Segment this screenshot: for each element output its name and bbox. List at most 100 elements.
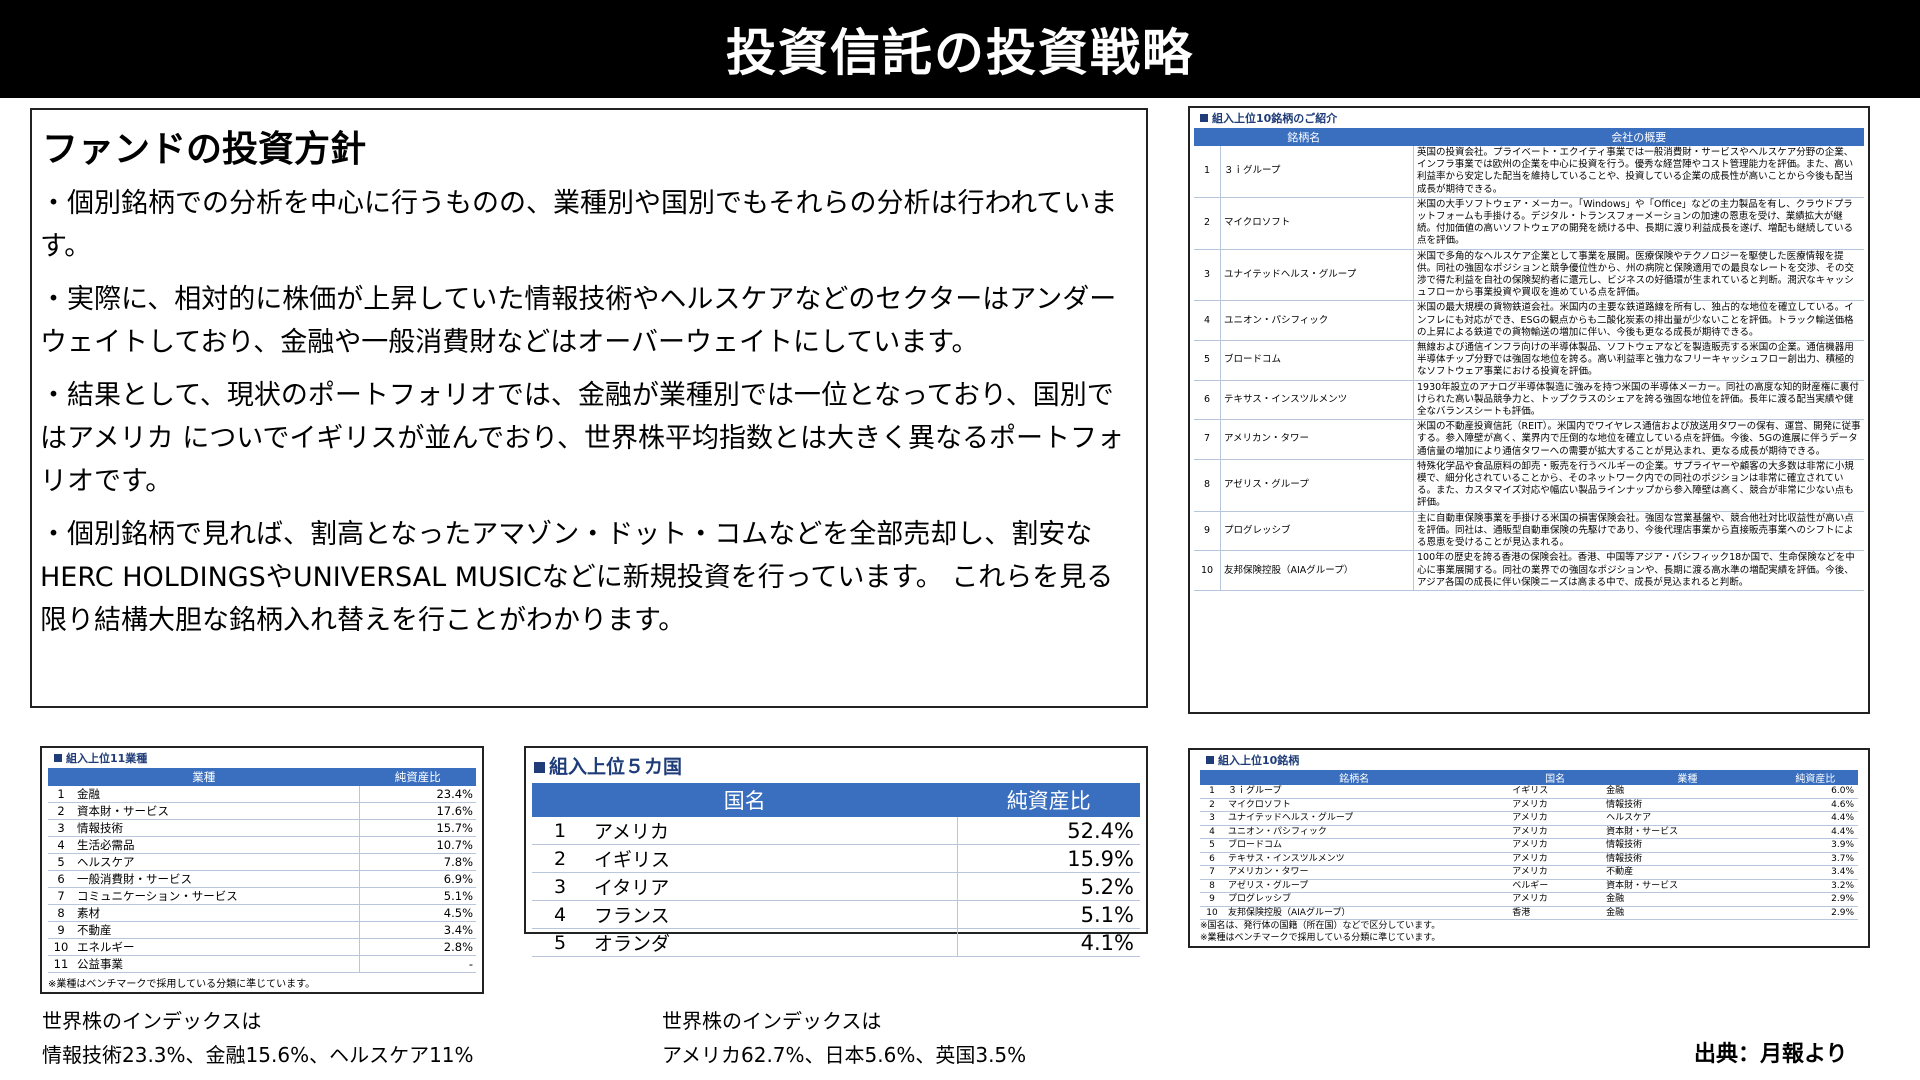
stock-name: マイクロソフト	[1224, 798, 1509, 812]
weight-value: 15.7%	[359, 819, 476, 837]
column-header: 銘柄名	[1200, 770, 1509, 785]
table-row: 6 一般消費財・サービス 6.9%	[48, 870, 476, 888]
top10-intro-title: 組入上位10銘柄のご紹介	[1194, 108, 1864, 128]
row-number: 3	[1194, 249, 1221, 302]
weight-value: 23.4%	[359, 786, 476, 803]
country-title: 組入上位５カ国	[532, 748, 1140, 783]
column-header: 会社の概要	[1413, 128, 1864, 146]
top10-summary-title: 組入上位10銘柄	[1200, 750, 1858, 770]
country-name: アメリカ	[1508, 798, 1603, 812]
country-name: イタリア	[588, 872, 958, 901]
policy-paragraph: ・個別銘柄での分析を中心に行うものの、業種別や国別でもそれらの分析は行われていま…	[40, 188, 1118, 262]
table-row: 5 ブロードコム 無線および通信インフラ向けの半導体製品、ソフトウェアなどを製造販売…	[1194, 340, 1864, 381]
stock-name: プログレッシブ	[1224, 892, 1509, 907]
weight-value: 5.1%	[957, 900, 1140, 929]
table-row: 1 ３ｉグループ 英国の投資会社。プライベート・エクイティ事業では一般消費財・サービ…	[1194, 146, 1864, 198]
sector-name: 情報技術	[1602, 852, 1773, 866]
table-row: 1 金融 23.4%	[48, 786, 476, 803]
weight-value: 4.5%	[359, 904, 476, 922]
table-row: 2 資本財・サービス 17.6%	[48, 802, 476, 820]
row-number: 6	[1194, 380, 1221, 421]
row-number: 9	[48, 921, 74, 939]
sector-name: ヘルスケア	[74, 853, 360, 871]
company-description: 米国で多角的なヘルスケア企業として事業を展開。医療保険やテクノロジーを駆使した医…	[1413, 249, 1864, 302]
weight-value: 5.1%	[359, 887, 476, 905]
table-row: 3 情報技術 15.7%	[48, 819, 476, 837]
table-row: 9 不動産 3.4%	[48, 921, 476, 939]
weight-value: 15.9%	[957, 844, 1140, 873]
sector-name: 不動産	[74, 921, 360, 939]
row-number: 8	[48, 904, 74, 922]
column-header: 純資産比	[1772, 770, 1858, 785]
sector-name: 金融	[1602, 785, 1773, 799]
stock-name: ユニオン・パシフィック	[1220, 300, 1414, 342]
row-number: 9	[1194, 511, 1221, 552]
row-number: 10	[48, 938, 74, 956]
table-row: 5 ヘルスケア 7.8%	[48, 853, 476, 871]
square-bullet-icon	[534, 762, 545, 773]
table-row: 10 友邦保険控股（AIAグループ） 香港 金融 2.9%	[1200, 906, 1858, 920]
company-description: 主に自動車保険事業を手掛ける米国の損害保険会社。強固な営業基盤や、競合他社対比収…	[1413, 511, 1864, 552]
row-number: 4	[1194, 300, 1221, 342]
stock-name: マイクロソフト	[1220, 197, 1414, 250]
company-description: 英国の投資会社。プライベート・エクイティ事業では一般消費財・サービスやヘルスケア…	[1413, 146, 1864, 198]
stock-name: ブロードコム	[1224, 838, 1509, 853]
sector-name: ヘルスケア	[1602, 811, 1773, 826]
summary-note: ※業種はベンチマークで採用している分類に準じています。	[1200, 933, 1441, 943]
summary-note: ※国名は、発行体の国籍（所在国）などで区分しています。	[1200, 921, 1441, 931]
row-number: 2	[1200, 798, 1224, 812]
table-row: 11 公益事業 -	[48, 955, 476, 973]
stock-name: プログレッシブ	[1220, 511, 1414, 552]
row-number: 6	[48, 870, 74, 888]
row-number: 3	[48, 819, 74, 837]
row-number: 5	[532, 928, 588, 957]
table-row: 8 アゼリス・グループ 特殊化学品や食品原料の卸売・販売を行うベルギーの企業。サプラ…	[1194, 459, 1864, 512]
stock-name: テキサス・インスツルメンツ	[1224, 852, 1509, 866]
row-number: 11	[48, 955, 74, 973]
stock-name: ユナイテッドヘルス・グループ	[1224, 811, 1509, 826]
weight-value: 3.7%	[1772, 852, 1858, 866]
country-name: オランダ	[588, 928, 958, 957]
country-panel: 組入上位５カ国 国名 純資産比 1 アメリカ 52.4% 2 イギリス 15.9% 3 イタリ…	[524, 746, 1148, 957]
square-bullet-icon	[1206, 756, 1214, 764]
column-header: 銘柄名	[1194, 128, 1414, 146]
country-name: アメリカ	[1508, 852, 1603, 866]
weight-value: 4.4%	[1772, 811, 1858, 826]
company-description: 特殊化学品や食品原料の卸売・販売を行うベルギーの企業。サプライヤーや顧客の大多数…	[1413, 459, 1864, 512]
weight-value: 4.4%	[1772, 825, 1858, 839]
table-row: 9 プログレッシブ 主に自動車保険事業を手掛ける米国の損害保険会社。強固な営業基盤や…	[1194, 511, 1864, 552]
country-name: アメリカ	[1508, 865, 1603, 880]
stock-name: ３ｉグループ	[1220, 146, 1414, 198]
table-row: 10 エネルギー 2.8%	[48, 938, 476, 956]
weight-value: 4.6%	[1772, 798, 1858, 812]
country-name: 香港	[1508, 906, 1603, 920]
row-number: 8	[1194, 459, 1221, 512]
weight-value: 4.1%	[957, 928, 1140, 957]
weight-value: 5.2%	[957, 872, 1140, 901]
column-header: 国名	[1508, 770, 1603, 785]
stock-name: 友邦保険控股（AIAグループ）	[1224, 906, 1509, 920]
company-description: 1930年設立のアナログ半導体製造に強みを持つ米国の半導体メーカー。同社の高度な…	[1413, 380, 1864, 421]
sector-name: 不動産	[1602, 865, 1773, 880]
row-number: 3	[532, 872, 588, 901]
policy-box: ファンドの投資方針 ・個別銘柄での分析を中心に行うものの、業種別や国別でもそれら…	[30, 108, 1148, 708]
policy-heading: ファンドの投資方針	[42, 129, 367, 170]
stock-name: 友邦保険控股（AIAグループ）	[1220, 550, 1414, 591]
sector-name: 資本財・サービス	[1602, 879, 1773, 893]
top10-summary-panel: 組入上位10銘柄 銘柄名 国名 業種 純資産比 1 ３ｉグループ イギリス 金融 6.0…	[1188, 748, 1870, 948]
table-row: 8 アゼリス・グループ ベルギー 資本財・サービス 3.2%	[1200, 879, 1858, 893]
stock-name: ３ｉグループ	[1224, 785, 1509, 799]
row-number: 5	[48, 853, 74, 871]
company-description: 100年の歴史を誇る香港の保険会社。香港、中国等アジア・パシフィック18か国で、…	[1413, 550, 1864, 591]
sector-name: 資本財・サービス	[1602, 825, 1773, 839]
country-name: イギリス	[588, 844, 958, 873]
row-number: 4	[532, 900, 588, 929]
row-number: 10	[1194, 550, 1221, 591]
table-row: 6 テキサス・インスツルメンツ 1930年設立のアナログ半導体製造に強みを持つ米国の…	[1194, 380, 1864, 421]
country-name: アメリカ	[1508, 811, 1603, 826]
sector-name: 生活必需品	[74, 836, 360, 854]
weight-value: -	[359, 955, 476, 973]
stock-name: ユニオン・パシフィック	[1224, 825, 1509, 839]
table-row: 2 イギリス 15.9%	[532, 844, 1140, 873]
country-name: ベルギー	[1508, 879, 1603, 893]
